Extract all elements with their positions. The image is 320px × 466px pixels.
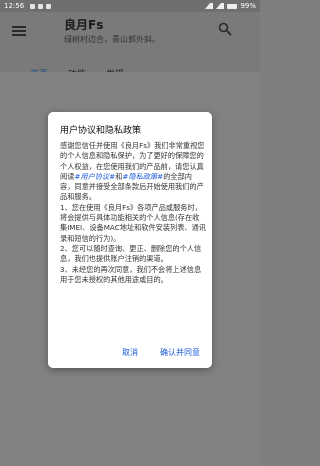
dialog-body: 感谢您信任并使用《良月Fs》我们非常重视您的个人信息和隐私保护，为了更好的保障您… [60, 141, 206, 285]
app-subtitle: 绿树村边合，青山郭外斜。 [64, 35, 160, 44]
privacy-policy-link[interactable]: #隐私政策# [122, 172, 163, 181]
battery-level: 99% [240, 2, 256, 10]
dialog-item-2: 2、您可以随时查询、更正、删除您的个人信息，我们也提供账户注销的渠道。 [60, 243, 202, 264]
search-icon[interactable] [218, 22, 232, 36]
status-time: 12:56 [4, 2, 25, 10]
dialog-actions: 取消 确认并同意 [118, 345, 204, 360]
notification-icon [38, 3, 44, 9]
battery-icon [227, 3, 238, 9]
signal-icon [205, 3, 214, 9]
notification-icons [30, 3, 52, 9]
dialog-title: 用户协议和隐私政策 [60, 126, 142, 136]
app-title: 良月Fs [64, 18, 104, 32]
notification-icon [46, 3, 52, 9]
signal-icon [216, 3, 225, 9]
confirm-button[interactable]: 确认并同意 [156, 345, 204, 360]
cancel-button[interactable]: 取消 [118, 345, 142, 360]
user-agreement-link[interactable]: #用户协议# [74, 172, 115, 181]
privacy-dialog: 用户协议和隐私政策 感谢您信任并使用《良月Fs》我们非常重视您的个人信息和隐私保… [48, 112, 212, 368]
notification-icon [30, 3, 36, 9]
dialog-item-1: 1、您在使用《良月Fs》各项产品或服务时，将会提供与具体功能相关的个人信息(存在… [60, 202, 206, 243]
menu-icon[interactable] [12, 26, 26, 36]
app-bar: 良月Fs 绿树村边合，青山郭外斜。 首页 功能 发现 [0, 12, 260, 84]
dialog-intro: 感谢您信任并使用《良月Fs》我们非常重视您的个人信息和隐私保护，为了更好的保障您… [60, 141, 206, 203]
status-bar: 12:56 99% [0, 0, 260, 12]
dialog-item-3: 3、未经您的再次同意，我们不会将上述信息用于您未授权的其他用途或目的。 [60, 264, 202, 284]
